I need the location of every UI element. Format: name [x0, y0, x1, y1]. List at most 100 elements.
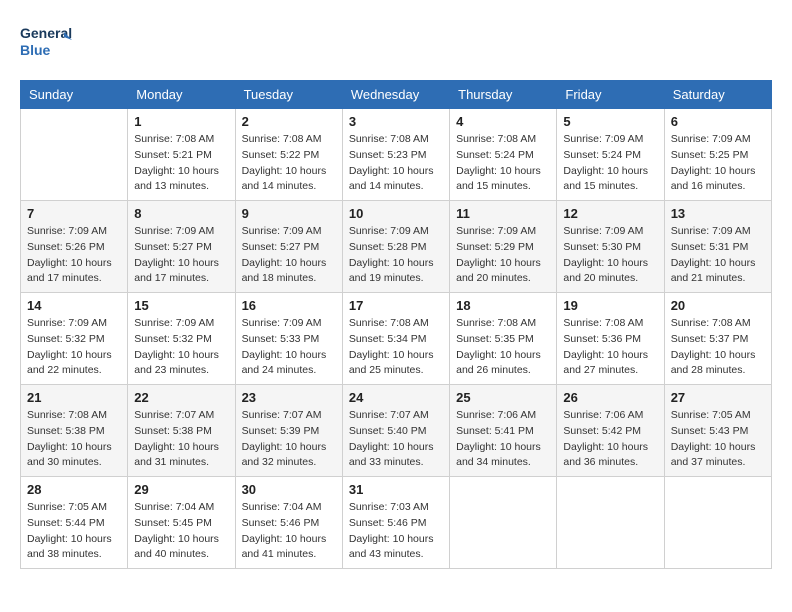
sunrise-text: Sunrise: 7:07 AM: [349, 409, 429, 421]
day-info: Sunrise: 7:09 AM Sunset: 5:26 PM Dayligh…: [27, 224, 121, 287]
sunrise-text: Sunrise: 7:08 AM: [134, 133, 214, 145]
weekday-header-wednesday: Wednesday: [342, 81, 449, 109]
calendar-day-cell: 26 Sunrise: 7:06 AM Sunset: 5:42 PM Dayl…: [557, 385, 664, 477]
calendar-day-cell: [664, 477, 771, 569]
day-info: Sunrise: 7:03 AM Sunset: 5:46 PM Dayligh…: [349, 500, 443, 563]
sunset-text: Sunset: 5:24 PM: [456, 149, 534, 161]
day-number: 14: [27, 298, 121, 313]
sunrise-text: Sunrise: 7:09 AM: [134, 317, 214, 329]
calendar-day-cell: 3 Sunrise: 7:08 AM Sunset: 5:23 PM Dayli…: [342, 109, 449, 201]
logo-svg: GeneralBlue: [20, 20, 72, 64]
calendar-day-cell: 18 Sunrise: 7:08 AM Sunset: 5:35 PM Dayl…: [450, 293, 557, 385]
day-number: 30: [242, 482, 336, 497]
day-number: 26: [563, 390, 657, 405]
day-number: 25: [456, 390, 550, 405]
day-number: 15: [134, 298, 228, 313]
calendar-day-cell: 27 Sunrise: 7:05 AM Sunset: 5:43 PM Dayl…: [664, 385, 771, 477]
sunset-text: Sunset: 5:36 PM: [563, 333, 641, 345]
sunrise-text: Sunrise: 7:09 AM: [671, 133, 751, 145]
day-number: 17: [349, 298, 443, 313]
day-info: Sunrise: 7:09 AM Sunset: 5:25 PM Dayligh…: [671, 132, 765, 195]
daylight-text: Daylight: 10 hours and 33 minutes.: [349, 441, 434, 469]
sunset-text: Sunset: 5:24 PM: [563, 149, 641, 161]
day-info: Sunrise: 7:09 AM Sunset: 5:29 PM Dayligh…: [456, 224, 550, 287]
daylight-text: Daylight: 10 hours and 15 minutes.: [456, 165, 541, 193]
sunset-text: Sunset: 5:38 PM: [27, 425, 105, 437]
day-info: Sunrise: 7:09 AM Sunset: 5:28 PM Dayligh…: [349, 224, 443, 287]
sunrise-text: Sunrise: 7:09 AM: [134, 225, 214, 237]
daylight-text: Daylight: 10 hours and 26 minutes.: [456, 349, 541, 377]
day-number: 19: [563, 298, 657, 313]
sunrise-text: Sunrise: 7:09 AM: [349, 225, 429, 237]
sunset-text: Sunset: 5:28 PM: [349, 241, 427, 253]
sunrise-text: Sunrise: 7:09 AM: [242, 225, 322, 237]
calendar-day-cell: 17 Sunrise: 7:08 AM Sunset: 5:34 PM Dayl…: [342, 293, 449, 385]
daylight-text: Daylight: 10 hours and 41 minutes.: [242, 533, 327, 561]
sunrise-text: Sunrise: 7:09 AM: [242, 317, 322, 329]
sunset-text: Sunset: 5:46 PM: [242, 517, 320, 529]
calendar-week-row: 21 Sunrise: 7:08 AM Sunset: 5:38 PM Dayl…: [21, 385, 772, 477]
daylight-text: Daylight: 10 hours and 30 minutes.: [27, 441, 112, 469]
calendar-day-cell: 29 Sunrise: 7:04 AM Sunset: 5:45 PM Dayl…: [128, 477, 235, 569]
daylight-text: Daylight: 10 hours and 37 minutes.: [671, 441, 756, 469]
daylight-text: Daylight: 10 hours and 15 minutes.: [563, 165, 648, 193]
day-number: 4: [456, 114, 550, 129]
daylight-text: Daylight: 10 hours and 20 minutes.: [456, 257, 541, 285]
sunset-text: Sunset: 5:45 PM: [134, 517, 212, 529]
day-info: Sunrise: 7:08 AM Sunset: 5:35 PM Dayligh…: [456, 316, 550, 379]
sunset-text: Sunset: 5:37 PM: [671, 333, 749, 345]
day-info: Sunrise: 7:09 AM Sunset: 5:30 PM Dayligh…: [563, 224, 657, 287]
sunrise-text: Sunrise: 7:05 AM: [27, 501, 107, 513]
day-info: Sunrise: 7:09 AM Sunset: 5:27 PM Dayligh…: [134, 224, 228, 287]
sunset-text: Sunset: 5:29 PM: [456, 241, 534, 253]
calendar-day-cell: 11 Sunrise: 7:09 AM Sunset: 5:29 PM Dayl…: [450, 201, 557, 293]
day-number: 8: [134, 206, 228, 221]
sunrise-text: Sunrise: 7:09 AM: [27, 317, 107, 329]
daylight-text: Daylight: 10 hours and 23 minutes.: [134, 349, 219, 377]
svg-text:Blue: Blue: [20, 42, 51, 58]
day-number: 21: [27, 390, 121, 405]
calendar-day-cell: 24 Sunrise: 7:07 AM Sunset: 5:40 PM Dayl…: [342, 385, 449, 477]
day-info: Sunrise: 7:09 AM Sunset: 5:31 PM Dayligh…: [671, 224, 765, 287]
sunrise-text: Sunrise: 7:09 AM: [456, 225, 536, 237]
day-info: Sunrise: 7:08 AM Sunset: 5:34 PM Dayligh…: [349, 316, 443, 379]
daylight-text: Daylight: 10 hours and 14 minutes.: [242, 165, 327, 193]
day-number: 23: [242, 390, 336, 405]
daylight-text: Daylight: 10 hours and 19 minutes.: [349, 257, 434, 285]
day-number: 13: [671, 206, 765, 221]
calendar-day-cell: 12 Sunrise: 7:09 AM Sunset: 5:30 PM Dayl…: [557, 201, 664, 293]
sunrise-text: Sunrise: 7:08 AM: [349, 133, 429, 145]
day-number: 24: [349, 390, 443, 405]
daylight-text: Daylight: 10 hours and 18 minutes.: [242, 257, 327, 285]
calendar-day-cell: 16 Sunrise: 7:09 AM Sunset: 5:33 PM Dayl…: [235, 293, 342, 385]
sunset-text: Sunset: 5:42 PM: [563, 425, 641, 437]
day-info: Sunrise: 7:08 AM Sunset: 5:21 PM Dayligh…: [134, 132, 228, 195]
calendar-day-cell: 31 Sunrise: 7:03 AM Sunset: 5:46 PM Dayl…: [342, 477, 449, 569]
daylight-text: Daylight: 10 hours and 20 minutes.: [563, 257, 648, 285]
sunrise-text: Sunrise: 7:08 AM: [456, 317, 536, 329]
calendar-week-row: 28 Sunrise: 7:05 AM Sunset: 5:44 PM Dayl…: [21, 477, 772, 569]
calendar-day-cell: 30 Sunrise: 7:04 AM Sunset: 5:46 PM Dayl…: [235, 477, 342, 569]
day-info: Sunrise: 7:09 AM Sunset: 5:33 PM Dayligh…: [242, 316, 336, 379]
sunset-text: Sunset: 5:39 PM: [242, 425, 320, 437]
day-number: 2: [242, 114, 336, 129]
sunrise-text: Sunrise: 7:09 AM: [563, 133, 643, 145]
calendar-day-cell: 6 Sunrise: 7:09 AM Sunset: 5:25 PM Dayli…: [664, 109, 771, 201]
day-number: 7: [27, 206, 121, 221]
calendar-week-row: 7 Sunrise: 7:09 AM Sunset: 5:26 PM Dayli…: [21, 201, 772, 293]
sunset-text: Sunset: 5:22 PM: [242, 149, 320, 161]
day-info: Sunrise: 7:06 AM Sunset: 5:41 PM Dayligh…: [456, 408, 550, 471]
day-number: 28: [27, 482, 121, 497]
day-number: 18: [456, 298, 550, 313]
calendar-day-cell: 10 Sunrise: 7:09 AM Sunset: 5:28 PM Dayl…: [342, 201, 449, 293]
calendar-week-row: 14 Sunrise: 7:09 AM Sunset: 5:32 PM Dayl…: [21, 293, 772, 385]
day-number: 29: [134, 482, 228, 497]
day-info: Sunrise: 7:06 AM Sunset: 5:42 PM Dayligh…: [563, 408, 657, 471]
calendar-day-cell: 15 Sunrise: 7:09 AM Sunset: 5:32 PM Dayl…: [128, 293, 235, 385]
sunset-text: Sunset: 5:34 PM: [349, 333, 427, 345]
sunrise-text: Sunrise: 7:04 AM: [134, 501, 214, 513]
daylight-text: Daylight: 10 hours and 27 minutes.: [563, 349, 648, 377]
day-number: 1: [134, 114, 228, 129]
day-number: 9: [242, 206, 336, 221]
sunrise-text: Sunrise: 7:09 AM: [671, 225, 751, 237]
